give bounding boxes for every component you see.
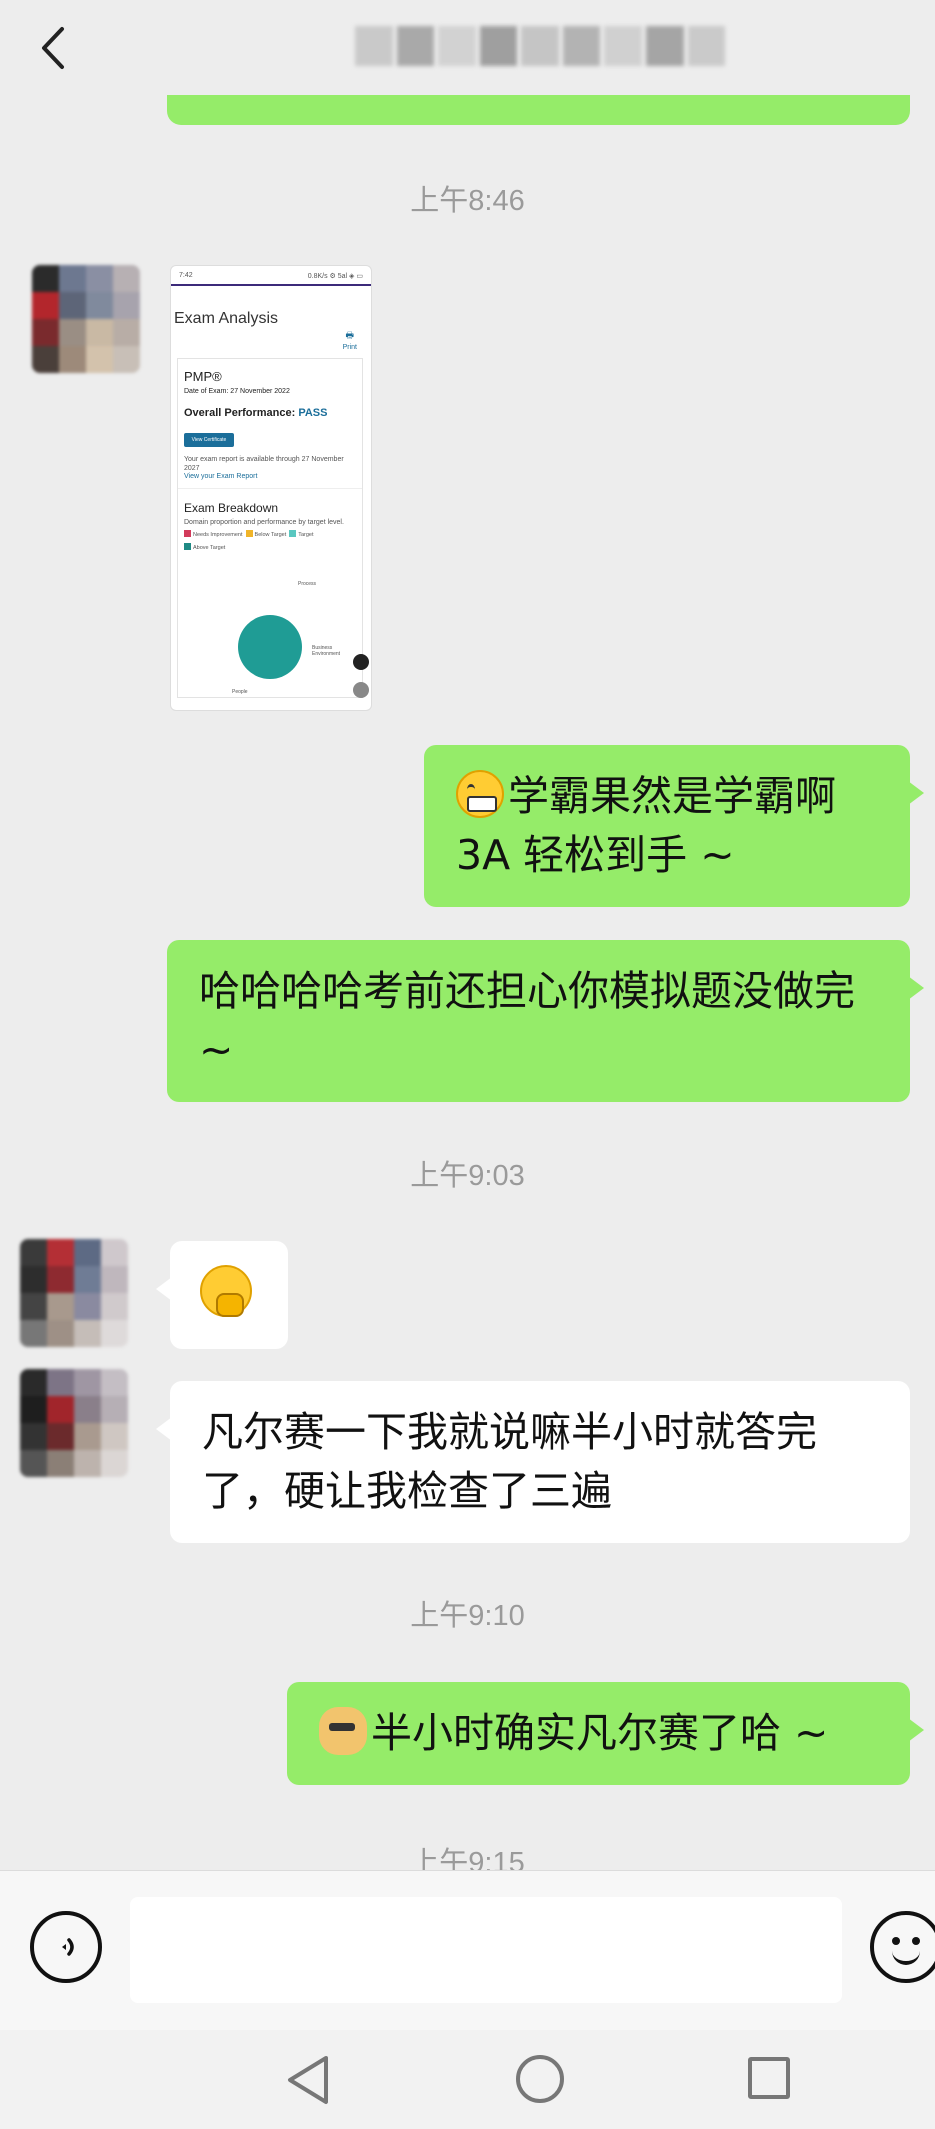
square-recents-icon[interactable] <box>748 2057 790 2099</box>
pmp-title: PMP® <box>184 369 222 384</box>
legend-item: Target <box>289 530 314 540</box>
float-button <box>353 654 369 670</box>
contact-avatar[interactable] <box>32 265 140 373</box>
back-button[interactable] <box>28 20 78 76</box>
chevron-left-icon <box>42 27 64 69</box>
exam-date: Date of Exam: 27 November 2022 <box>184 388 290 395</box>
message-text: 凡尔赛一下我就说嘛半小时就答完了，硬让我检查了三遍 <box>202 1408 817 1515</box>
triangle-back-icon[interactable] <box>284 2054 332 2106</box>
circle-home-icon[interactable] <box>516 2055 564 2103</box>
legend-item: Needs Improvement <box>184 530 243 540</box>
my-message[interactable]: 哈哈哈哈考前还担心你模拟题没做完 ~ <box>167 940 924 1102</box>
message-text: 半小时确实凡尔赛了哈 ~ <box>371 1709 829 1757</box>
voice-button[interactable] <box>30 1911 102 1983</box>
timestamp: 上午8:46 <box>410 185 525 217</box>
exam-analysis-title: Exam Analysis <box>174 310 279 327</box>
status-bar: 7:42 0.8K/s ⚙ 5al ◈ ▭ <box>171 266 371 280</box>
doge-emoji-icon <box>319 1707 367 1755</box>
breakdown-subtitle: Domain proportion and performance by tar… <box>184 519 344 526</box>
view-certificate-button: View Certificate <box>184 433 234 447</box>
timestamp: 上午9:10 <box>410 1600 525 1632</box>
chat-header <box>0 0 935 95</box>
legend-label: Target <box>298 532 314 538</box>
input-bar <box>0 1870 935 2030</box>
float-button <box>353 682 369 698</box>
grin-emoji-icon <box>456 770 504 818</box>
timestamp: 上午9:15 <box>410 1847 525 1870</box>
status-time: 7:42 <box>179 272 193 279</box>
my-message[interactable]: 半小时确实凡尔赛了哈 ~ <box>287 1682 924 1785</box>
emoji-button[interactable] <box>870 1911 935 1983</box>
status-icons: 0.8K/s ⚙ 5al ◈ ▭ <box>307 273 363 280</box>
report-link: View your Exam Report <box>184 473 258 480</box>
legend-item: Below Target <box>245 530 287 540</box>
hand-over-mouth-emoji-icon <box>200 1265 252 1317</box>
print-label: Print <box>342 344 357 351</box>
report-note: Your exam report is available through 27… <box>184 456 344 472</box>
my-message[interactable]: 学霸果然是学霸啊3A 轻松到手 ~ <box>424 745 924 907</box>
printer-icon: 🖶 <box>345 330 355 340</box>
legend-label: Needs Improvement <box>193 532 243 538</box>
message-text: 哈哈哈哈考前还担心你模拟题没做完 ~ <box>199 967 855 1074</box>
pie-label: People <box>232 689 248 695</box>
overall-label: Overall Performance: <box>184 407 296 419</box>
contact-message[interactable]: 凡尔赛一下我就说嘛半小时就答完了，硬让我检查了三遍 <box>156 1381 910 1543</box>
exam-card: PMP® Date of Exam: 27 November 2022 Over… <box>177 358 363 698</box>
timestamp: 上午9:03 <box>410 1160 525 1192</box>
pie-label: Business Environment <box>312 645 341 657</box>
legend-label: Above Target <box>193 545 226 551</box>
legend-label: Below Target <box>254 532 287 538</box>
contact-avatar[interactable] <box>20 1239 128 1347</box>
chat-title-blurred <box>355 18 726 74</box>
previous-message-bubble <box>167 95 910 125</box>
breakdown-pie <box>238 615 302 679</box>
print-link: 🖶 Print <box>343 328 357 351</box>
system-nav-bar <box>0 2030 935 2129</box>
message-text: 学霸果然是学霸啊3A 轻松到手 ~ <box>456 772 836 879</box>
pie-label: Process <box>298 581 317 587</box>
message-input[interactable] <box>130 1897 842 2003</box>
overall-value: PASS <box>298 407 328 419</box>
voice-icon <box>62 1938 74 1956</box>
overall-performance: Overall Performance: PASS <box>178 395 362 419</box>
breakdown-title: Exam Breakdown <box>178 488 362 515</box>
contact-message[interactable] <box>156 1241 288 1349</box>
legend-item: Above Target <box>184 543 225 553</box>
image-message-exam-analysis[interactable]: 7:42 0.8K/s ⚙ 5al ◈ ▭ Exam Analysis 🖶 Pr… <box>170 265 372 711</box>
contact-avatar[interactable] <box>20 1369 128 1477</box>
chat-area[interactable]: 上午8:46 7:42 0.8K/s ⚙ 5al ◈ ▭ Exam Analys… <box>0 95 935 1870</box>
breakdown-legend: Needs Improvement Below Target Target Ab… <box>178 526 362 553</box>
